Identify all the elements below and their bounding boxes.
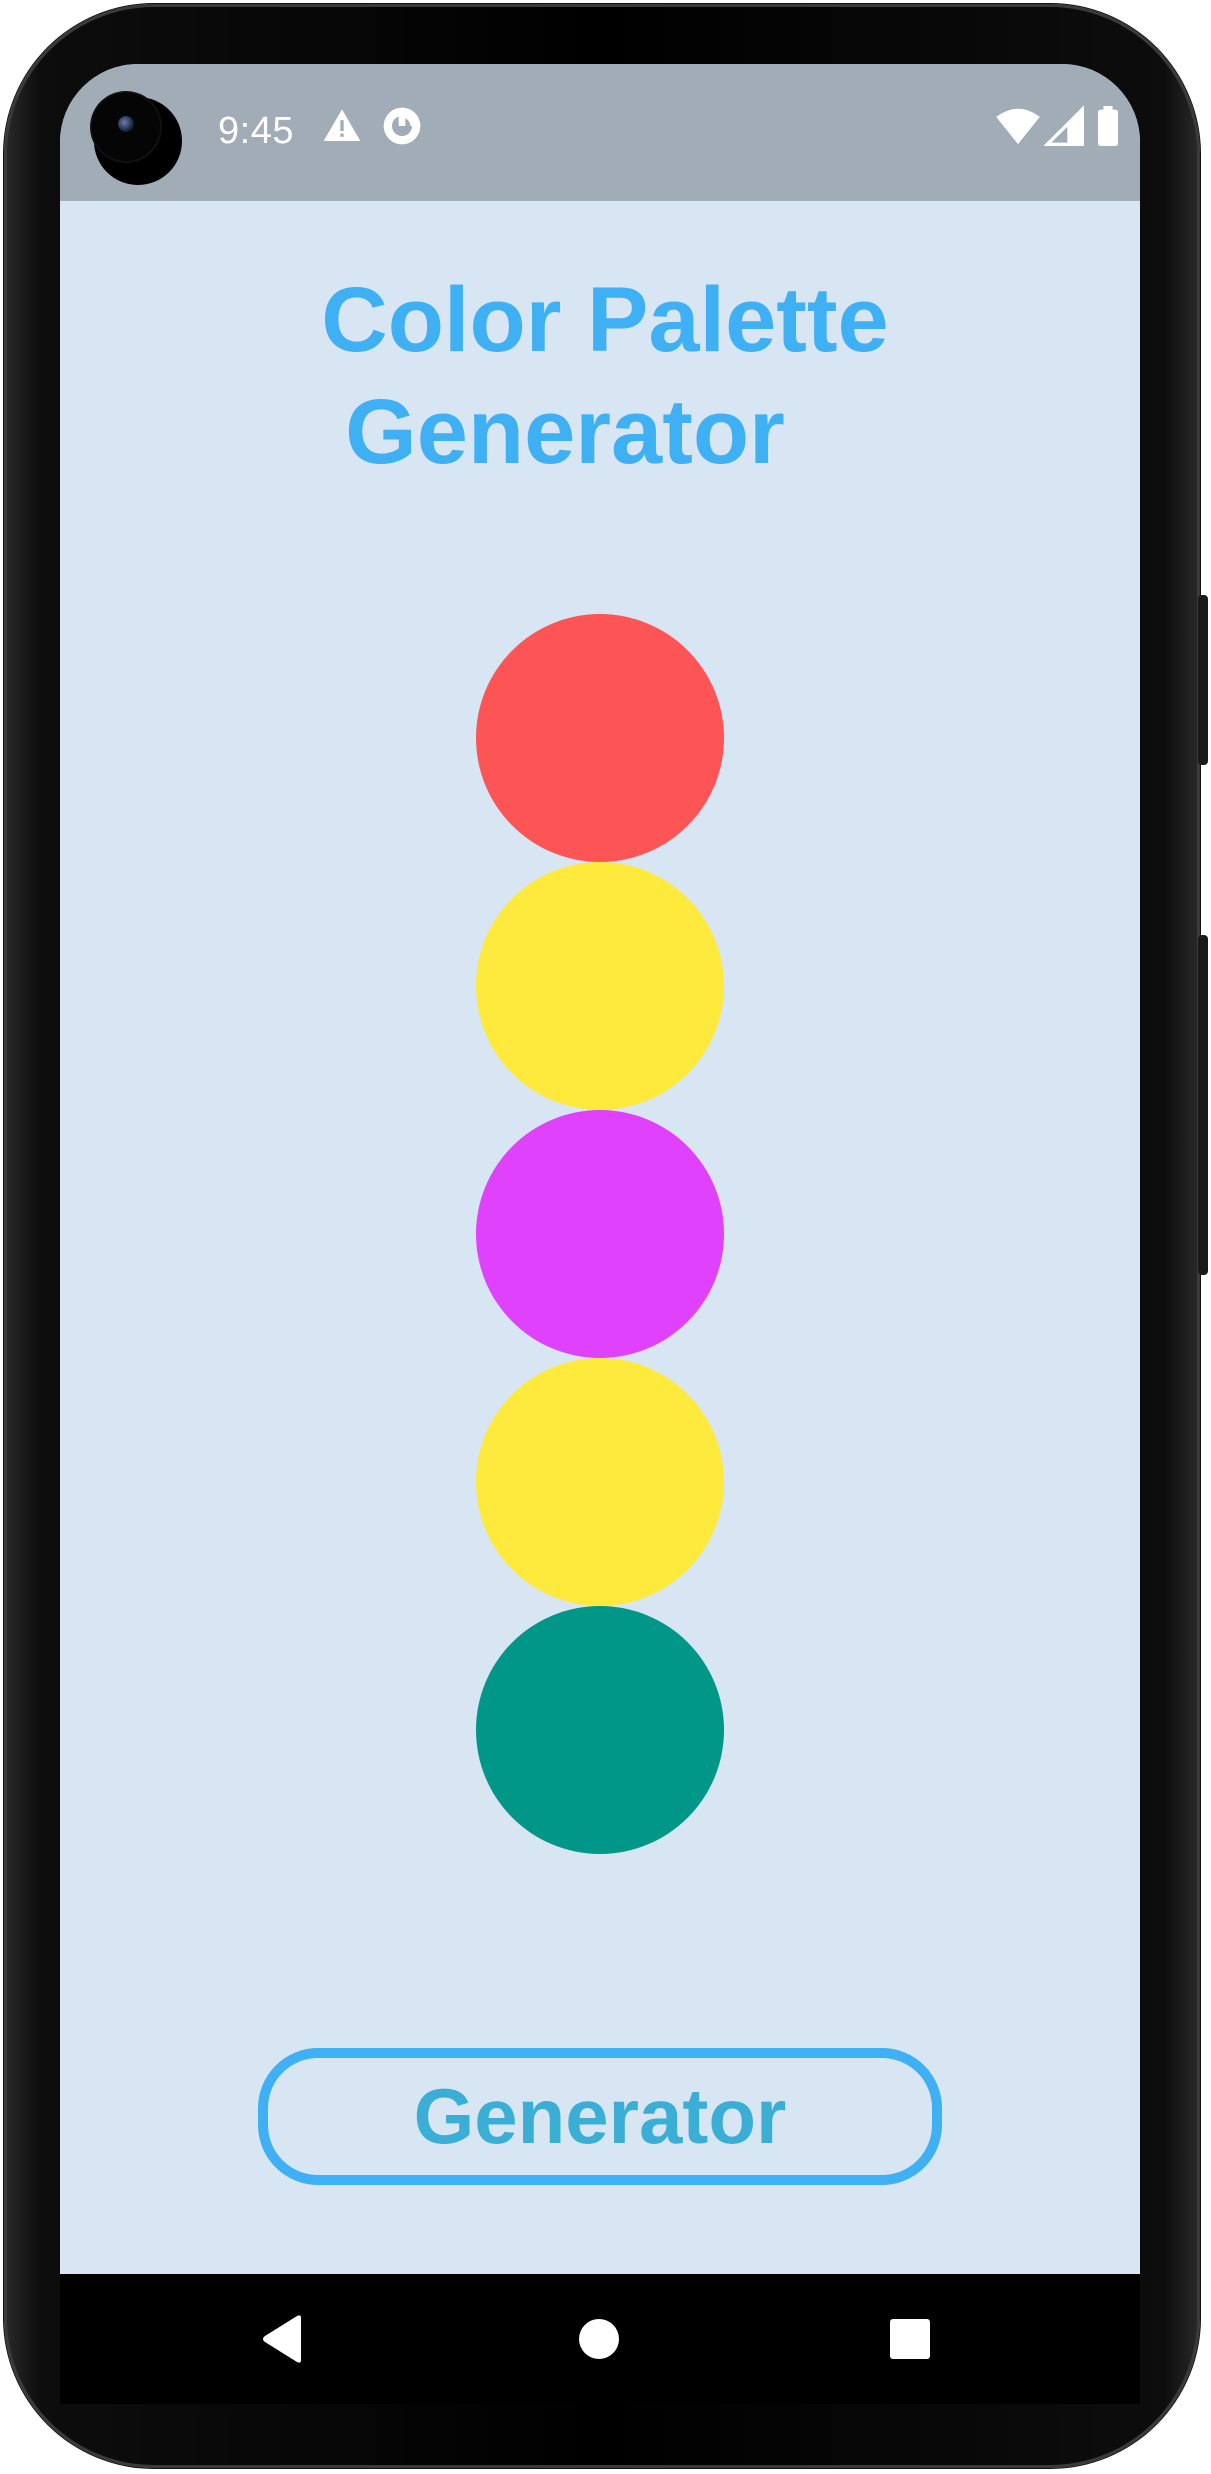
page-title-line1: Color Palette <box>321 269 889 371</box>
home-icon[interactable] <box>539 2274 659 2404</box>
app-screen: 9:45 Color Palette Generator Generator <box>60 64 1140 2274</box>
color-swatch <box>476 614 724 862</box>
signal-icon <box>1043 105 1084 151</box>
recents-icon[interactable] <box>850 2274 970 2404</box>
color-swatch <box>476 862 724 1110</box>
color-swatch-list <box>476 614 724 1854</box>
color-swatch <box>476 1358 724 1606</box>
wifi-icon <box>996 106 1040 151</box>
color-swatch <box>476 1110 724 1358</box>
camera-cutout-icon <box>92 93 182 185</box>
back-icon[interactable] <box>224 2274 344 2404</box>
navigation-bar <box>60 2274 1140 2404</box>
generate-button[interactable]: Generator <box>258 2048 942 2185</box>
volume-button <box>1198 935 1208 1275</box>
page-title-line2: Generator <box>345 381 785 483</box>
page-title: Color Palette Generator <box>60 264 1140 488</box>
status-time: 9:45 <box>218 110 294 152</box>
status-bar: 9:45 <box>60 64 1140 201</box>
power-button <box>1198 595 1208 765</box>
data-saver-icon <box>382 106 422 151</box>
color-swatch <box>476 1606 724 1854</box>
alert-icon <box>322 106 362 151</box>
battery-icon <box>1096 106 1120 151</box>
